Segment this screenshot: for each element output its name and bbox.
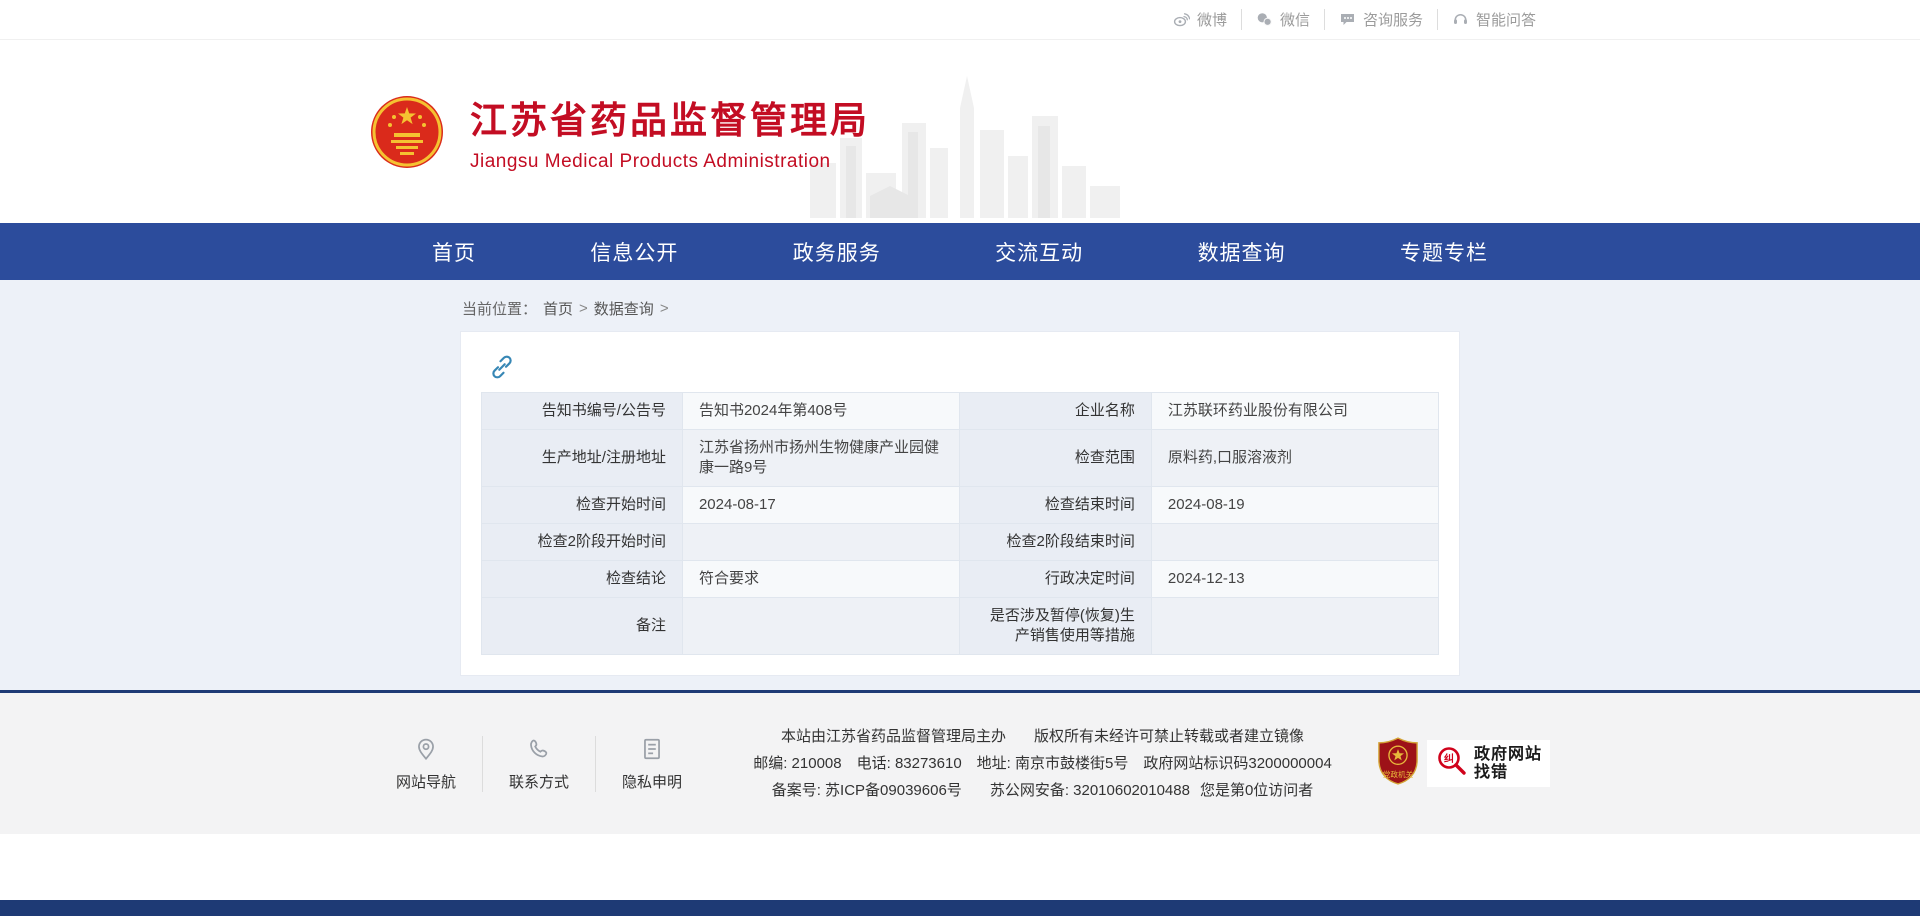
field-label: 是否涉及暂停(恢复)生产销售使用等措施 (960, 598, 1151, 655)
field-label: 检查2阶段开始时间 (482, 524, 683, 561)
breadcrumb-home-link[interactable]: 首页 (543, 298, 573, 319)
field-label: 检查开始时间 (482, 487, 683, 524)
footer-line-host: 本站由江苏省药品监督管理局主办版权所有未经许可禁止转载或者建立镜像 (716, 723, 1369, 750)
footer-badges: 党政机关 纠 政府网站 找错 (1377, 737, 1550, 790)
field-value: 告知书2024年第408号 (682, 393, 960, 430)
detail-table: 告知书编号/公告号 告知书2024年第408号 企业名称 江苏联环药业股份有限公… (481, 392, 1439, 655)
weibo-link[interactable]: 微博 (1159, 9, 1241, 30)
site-header: 江苏省药品监督管理局 Jiangsu Medical Products Admi… (0, 40, 1920, 223)
table-row: 检查结论 符合要求 行政决定时间 2024-12-13 (482, 561, 1439, 598)
table-row: 生产地址/注册地址 江苏省扬州市扬州生物健康产业园健康一路9号 检查范围 原料药… (482, 430, 1439, 487)
wechat-icon (1256, 11, 1273, 28)
breadcrumb-separator: > (660, 300, 669, 317)
field-label: 备注 (482, 598, 683, 655)
field-label: 行政决定时间 (960, 561, 1151, 598)
visitor-count: 您是第0位访问者 (1200, 782, 1313, 799)
field-label: 检查结论 (482, 561, 683, 598)
field-value: 2024-12-13 (1151, 561, 1438, 598)
table-row: 检查开始时间 2024-08-17 检查结束时间 2024-08-19 (482, 487, 1439, 524)
chat-bubble-icon (1339, 11, 1356, 28)
headset-icon (1452, 11, 1469, 28)
party-gov-badge-label: 党政机关 (1383, 769, 1414, 779)
privacy-label: 隐私申明 (622, 771, 682, 792)
field-value (682, 598, 960, 655)
topbar: 微博 微信 咨询服务 智能问答 (0, 0, 1920, 40)
site-footer: 网站导航 联系方式 隐 (0, 693, 1920, 834)
site-title: 江苏省药品监督管理局 (470, 90, 870, 144)
main-nav: 首页 信息公开 政务服务 交流互动 数据查询 专题专栏 (0, 223, 1920, 280)
smart-qa-label: 智能问答 (1476, 9, 1536, 30)
wechat-link[interactable]: 微信 (1241, 9, 1324, 30)
header-inner: 江苏省药品监督管理局 Jiangsu Medical Products Admi… (370, 40, 1550, 223)
footer-spacer (0, 834, 1920, 900)
smart-qa-link[interactable]: 智能问答 (1437, 9, 1550, 30)
nav-item-home[interactable]: 首页 (432, 237, 476, 267)
header-titles: 江苏省药品监督管理局 Jiangsu Medical Products Admi… (470, 90, 870, 173)
topbar-inner: 微博 微信 咨询服务 智能问答 (370, 0, 1550, 39)
national-emblem-logo[interactable] (370, 95, 444, 169)
field-label: 企业名称 (960, 393, 1151, 430)
contact-link[interactable]: 联系方式 (482, 736, 595, 792)
link-icon (489, 354, 515, 380)
privacy-link[interactable]: 隐私申明 (595, 736, 708, 792)
contact-label: 联系方式 (509, 771, 569, 792)
map-pin-icon (413, 736, 439, 762)
footer-links: 网站导航 联系方式 隐 (370, 736, 708, 792)
breadcrumb: 当前位置： 首页 > 数据查询 > (460, 292, 1460, 331)
consult-service-label: 咨询服务 (1363, 9, 1423, 30)
weibo-label: 微博 (1197, 9, 1227, 30)
weibo-icon (1173, 11, 1190, 28)
field-label: 检查范围 (960, 430, 1151, 487)
nav-item-data-query[interactable]: 数据查询 (1198, 237, 1286, 267)
field-label: 检查2阶段结束时间 (960, 524, 1151, 561)
icp-number[interactable]: 备案号: 苏ICP备09039606号 (772, 782, 962, 799)
table-row: 告知书编号/公告号 告知书2024年第408号 企业名称 江苏联环药业股份有限公… (482, 393, 1439, 430)
breadcrumb-prefix: 当前位置： (462, 298, 537, 319)
field-value: 江苏省扬州市扬州生物健康产业园健康一路9号 (682, 430, 960, 487)
field-value: 2024-08-19 (1151, 487, 1438, 524)
content-area: 当前位置： 首页 > 数据查询 > 告知书编号/公告号 告知书2024年第40 (0, 280, 1920, 690)
error-report-badge-text: 政府网站 找错 (1474, 746, 1542, 782)
footer-line-icp: 备案号: 苏ICP备09039606号 苏公网安备: 32010602010488… (716, 777, 1369, 804)
main-nav-inner: 首页 信息公开 政务服务 交流互动 数据查询 专题专栏 (432, 223, 1488, 280)
document-icon (639, 736, 665, 762)
field-value: 江苏联环药业股份有限公司 (1151, 393, 1438, 430)
nav-item-special-topics[interactable]: 专题专栏 (1400, 237, 1488, 267)
footer-info: 本站由江苏省药品监督管理局主办版权所有未经许可禁止转载或者建立镜像 邮编: 21… (708, 723, 1377, 804)
wechat-label: 微信 (1280, 9, 1310, 30)
field-value (1151, 598, 1438, 655)
breadcrumb-separator: > (579, 300, 588, 317)
gov-site-error-report-badge[interactable]: 纠 政府网站 找错 (1427, 740, 1550, 787)
field-value: 原料药,口服溶液剂 (1151, 430, 1438, 487)
error-report-magnifier-icon: 纠 (1435, 744, 1469, 783)
field-label: 告知书编号/公告号 (482, 393, 683, 430)
party-gov-badge[interactable]: 党政机关 (1377, 737, 1419, 790)
breadcrumb-data-query-link[interactable]: 数据查询 (594, 298, 654, 319)
field-value (1151, 524, 1438, 561)
field-label: 生产地址/注册地址 (482, 430, 683, 487)
phone-icon (526, 736, 552, 762)
field-value: 符合要求 (682, 561, 960, 598)
field-label: 检查结束时间 (960, 487, 1151, 524)
consult-service-link[interactable]: 咨询服务 (1324, 9, 1437, 30)
field-value: 2024-08-17 (682, 487, 960, 524)
detail-card: 告知书编号/公告号 告知书2024年第408号 企业名称 江苏联环药业股份有限公… (460, 331, 1460, 676)
table-row: 检查2阶段开始时间 检查2阶段结束时间 (482, 524, 1439, 561)
table-row: 备注 是否涉及暂停(恢复)生产销售使用等措施 (482, 598, 1439, 655)
nav-item-interaction[interactable]: 交流互动 (995, 237, 1083, 267)
nav-item-info-disclosure[interactable]: 信息公开 (590, 237, 678, 267)
site-map-link[interactable]: 网站导航 (370, 736, 482, 792)
site-map-label: 网站导航 (396, 771, 456, 792)
nav-item-gov-services[interactable]: 政务服务 (793, 237, 881, 267)
svg-text:纠: 纠 (1444, 753, 1454, 765)
site-subtitle: Jiangsu Medical Products Administration (470, 151, 870, 173)
police-number[interactable]: 苏公网安备: 32010602010488 (990, 782, 1190, 799)
bottom-bar (0, 900, 1920, 916)
field-value (682, 524, 960, 561)
footer-line-address: 邮编: 210008 电话: 83273610 地址: 南京市鼓楼街5号 政府网… (716, 750, 1369, 777)
